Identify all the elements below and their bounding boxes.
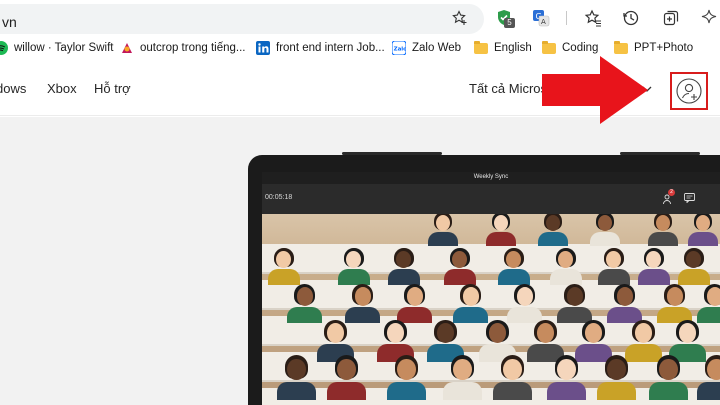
participants-badge: 2 xyxy=(668,189,675,196)
linkedin-icon xyxy=(256,41,270,55)
svg-text:A: A xyxy=(541,18,546,26)
participants-icon: 2 xyxy=(662,189,675,205)
account-sign-in-button[interactable] xyxy=(670,72,708,110)
bookmark-label: outcrop trong tiếng... xyxy=(140,42,246,54)
account-sign-in-icon xyxy=(676,78,702,104)
address-bar[interactable]: vn xyxy=(0,4,484,34)
bookmark-label: willow · Taylor Swift xyxy=(14,42,114,54)
meeting-timer: 00:05:18 xyxy=(265,194,293,201)
sparkle-icon[interactable] xyxy=(700,9,718,27)
chat-icon xyxy=(684,193,695,203)
red-arrow-annotation xyxy=(542,56,648,124)
bookmark-folder-english[interactable]: English xyxy=(474,36,532,60)
extension-badge: 5 xyxy=(504,18,515,28)
dictionary-icon xyxy=(120,41,134,55)
bookmark-spotify[interactable]: willow · Taylor Swift xyxy=(0,36,113,60)
shield-extension-icon[interactable]: 5 xyxy=(495,9,515,28)
together-mode-audience xyxy=(262,214,720,405)
collections-icon[interactable] xyxy=(662,9,680,27)
bookmark-label: Zalo Web xyxy=(412,42,462,54)
folder-icon xyxy=(474,40,488,54)
bookmark-linkedin[interactable]: front end intern Job... xyxy=(256,36,385,60)
bookmark-label: front end intern Job... xyxy=(276,42,385,54)
bookmark-label: Coding xyxy=(562,42,599,54)
meeting-titlebar: Weekly Sync xyxy=(262,172,720,184)
nav-link-xbox[interactable]: Xbox xyxy=(47,81,77,96)
folder-icon xyxy=(614,40,628,54)
favorites-icon[interactable] xyxy=(584,9,602,27)
star-plus-icon[interactable] xyxy=(452,10,468,26)
bookmark-label: English xyxy=(494,42,532,54)
translate-icon[interactable]: GA xyxy=(532,9,550,27)
address-text[interactable]: vn xyxy=(2,14,17,30)
bookmark-label: PPT+Photo xyxy=(634,42,694,54)
nav-link-windows[interactable]: dows xyxy=(0,81,26,96)
browser-toolbar: vn 5 GA xyxy=(0,0,720,36)
teams-meeting-screen: Weekly Sync 00:05:18 2 xyxy=(262,172,720,405)
zalo-icon: Zalo xyxy=(391,40,407,56)
meeting-title: Weekly Sync xyxy=(473,174,509,180)
bookmark-dictionary[interactable]: outcrop trong tiếng... xyxy=(120,36,245,60)
spotify-icon xyxy=(0,41,8,55)
folder-icon xyxy=(542,40,556,54)
svg-text:Zalo: Zalo xyxy=(394,47,406,53)
nav-link-support[interactable]: Hỗ trợ xyxy=(94,81,131,96)
toolbar-separator xyxy=(566,11,567,25)
bookmark-zalo[interactable]: Zalo Zalo Web xyxy=(391,36,462,60)
history-icon[interactable] xyxy=(622,9,640,27)
